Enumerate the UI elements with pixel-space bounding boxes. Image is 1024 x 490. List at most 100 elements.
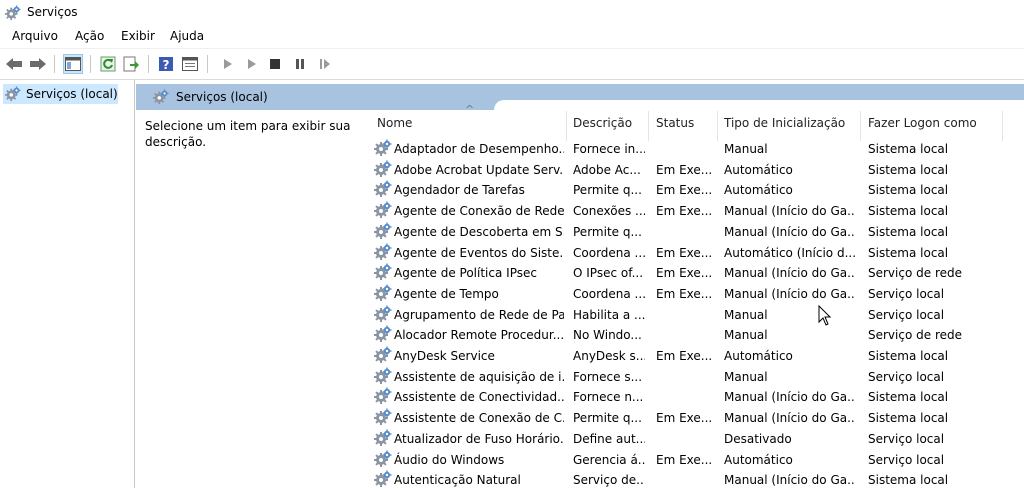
service-logon-as: Serviço local: [868, 307, 945, 322]
table-row[interactable]: AnyDesk Service AnyDesk s... Em Exe... Auto…: [368, 345, 1024, 366]
forward-arrow-icon[interactable]: [28, 54, 48, 74]
service-startup-type: Manual (Início do Ga...: [724, 204, 856, 219]
service-status: Em Exe...: [656, 452, 713, 467]
column-header-tipo-inicializacao[interactable]: Tipo de Inicialização: [724, 116, 845, 140]
console-tree: Serviços (local): [0, 80, 135, 488]
table-row[interactable]: Alocador Remote Procedur... No Windo... Ma…: [368, 324, 1024, 345]
services-gear-icon: [5, 86, 21, 102]
table-row[interactable]: Áudio do Windows Gerencia á... Em Exe... Au…: [368, 449, 1024, 470]
start-service-alt-icon[interactable]: [242, 54, 262, 74]
service-startup-type: Manual: [724, 369, 768, 384]
service-name: Agente de Eventos do Siste...: [394, 245, 564, 260]
service-status: [656, 327, 716, 343]
table-row[interactable]: Assistente de Conectividad... Fornece n..…: [368, 386, 1024, 407]
service-status: Em Exe...: [656, 162, 713, 177]
service-status: Em Exe...: [656, 245, 713, 260]
back-arrow-icon[interactable]: [4, 54, 24, 74]
table-row[interactable]: Adobe Acrobat Update Serv... Adobe Ac... E…: [368, 159, 1024, 180]
service-status: Em Exe...: [656, 286, 713, 301]
service-name: Adaptador de Desempenho...: [394, 142, 564, 156]
column-header-descricao[interactable]: Descrição: [573, 116, 632, 140]
tree-item-servicos-local[interactable]: Serviços (local): [3, 84, 118, 104]
pause-service-icon[interactable]: [290, 54, 310, 74]
service-name: Agendador de Tarefas: [394, 183, 525, 198]
services-gear-icon: [153, 89, 169, 105]
service-startup-type: Manual (Início do Ga...: [724, 390, 856, 405]
service-status: Em Exe...: [656, 411, 713, 426]
table-row[interactable]: Autenticação Natural Serviço de... Manual …: [368, 469, 1024, 490]
service-description: Conexões ...: [573, 204, 645, 219]
service-logon-as: Sistema local: [868, 245, 949, 260]
service-gear-icon: [374, 450, 392, 468]
service-logon-as: Sistema local: [868, 224, 949, 239]
service-name: Agente de Descoberta em S...: [394, 224, 564, 239]
service-logon-as: Sistema local: [868, 183, 949, 198]
service-startup-type: Automático: [724, 452, 793, 467]
start-service-icon[interactable]: [218, 54, 238, 74]
column-header-fazer-logon[interactable]: Fazer Logon como: [868, 116, 977, 140]
menu-acao[interactable]: Ação: [75, 29, 104, 43]
table-row[interactable]: Agente de Política IPsec O IPsec of... Em …: [368, 262, 1024, 283]
service-gear-icon: [374, 325, 392, 343]
service-name: Agente de Política IPsec: [394, 266, 537, 281]
service-description: Habilita a ...: [573, 307, 645, 322]
service-startup-type: Automático: [724, 183, 793, 198]
table-row[interactable]: Agente de Conexão de Rede Conexões ... Em …: [368, 200, 1024, 221]
service-status: [656, 141, 716, 157]
table-row[interactable]: Adaptador de Desempenho... Fornece in... M…: [368, 138, 1024, 159]
table-row[interactable]: Agente de Tempo Coordena ... Em Exe... Manu…: [368, 283, 1024, 304]
service-description: Permite q...: [573, 411, 642, 426]
service-gear-icon: [374, 408, 392, 426]
service-startup-type: Manual (Início do Ga...: [724, 286, 856, 301]
help-icon[interactable]: ?: [156, 54, 176, 74]
service-gear-icon: [374, 367, 392, 385]
service-gear-icon: [374, 180, 392, 198]
service-logon-as: Serviço de rede: [868, 266, 962, 281]
table-row[interactable]: Agente de Descoberta em S... Permite q...…: [368, 221, 1024, 242]
table-row[interactable]: Atualizador de Fuso Horário... Define aut…: [368, 428, 1024, 449]
resume-service-icon[interactable]: [315, 54, 335, 74]
service-description: O IPsec of...: [573, 266, 644, 281]
service-name: Assistente de Conexão de C...: [394, 411, 564, 426]
services-gear-icon: [5, 5, 21, 21]
content-header-band: Serviços (local): [136, 84, 1024, 110]
service-status: Em Exe...: [656, 204, 713, 219]
service-gear-icon: [374, 201, 392, 219]
service-logon-as: Sistema local: [868, 142, 949, 156]
service-description: Coordena ...: [573, 245, 645, 260]
refresh-icon[interactable]: [98, 54, 118, 74]
export-list-icon[interactable]: [121, 54, 141, 74]
service-gear-icon: [374, 243, 392, 261]
service-status: Em Exe...: [656, 349, 713, 363]
tree-item-label: Serviços (local): [26, 87, 118, 101]
window-title: Serviços: [27, 5, 78, 19]
stop-service-icon[interactable]: [265, 54, 285, 74]
properties-icon[interactable]: [180, 54, 200, 74]
service-description: Adobe Ac...: [573, 162, 641, 177]
table-row[interactable]: Assistente de aquisição de i... Fornece s…: [368, 366, 1024, 387]
service-startup-type: Automático: [724, 162, 793, 177]
service-name: AnyDesk Service: [394, 349, 495, 363]
table-row[interactable]: Agente de Eventos do Siste... Coordena ..…: [368, 242, 1024, 263]
service-logon-as: Serviço local: [868, 369, 945, 384]
service-logon-as: Sistema local: [868, 349, 949, 363]
service-name: Assistente de aquisição de i...: [394, 369, 564, 384]
mouse-cursor-icon: [818, 305, 832, 326]
service-description: Fornece n...: [573, 390, 644, 405]
service-name: Agente de Tempo: [394, 286, 499, 301]
service-name: Agrupamento de Rede de Par: [394, 307, 564, 322]
menu-exibir[interactable]: Exibir: [121, 29, 155, 43]
table-row[interactable]: Agendador de Tarefas Permite q... Em Exe..…: [368, 179, 1024, 200]
menu-ajuda[interactable]: Ajuda: [170, 29, 204, 43]
column-header-nome[interactable]: Nome: [377, 116, 412, 140]
table-row[interactable]: Assistente de Conexão de C... Permite q..…: [368, 407, 1024, 428]
service-logon-as: Sistema local: [868, 390, 949, 405]
service-startup-type: Manual (Início do Ga...: [724, 266, 856, 281]
service-gear-icon: [374, 387, 392, 405]
service-gear-icon: [374, 284, 392, 302]
column-header-status[interactable]: Status: [656, 116, 694, 140]
menu-arquivo[interactable]: Arquivo: [12, 29, 58, 43]
service-description: No Windo...: [573, 328, 642, 343]
show-console-tree-icon[interactable]: [63, 54, 83, 74]
table-row[interactable]: Agrupamento de Rede de Par Habilita a ...…: [368, 304, 1024, 325]
